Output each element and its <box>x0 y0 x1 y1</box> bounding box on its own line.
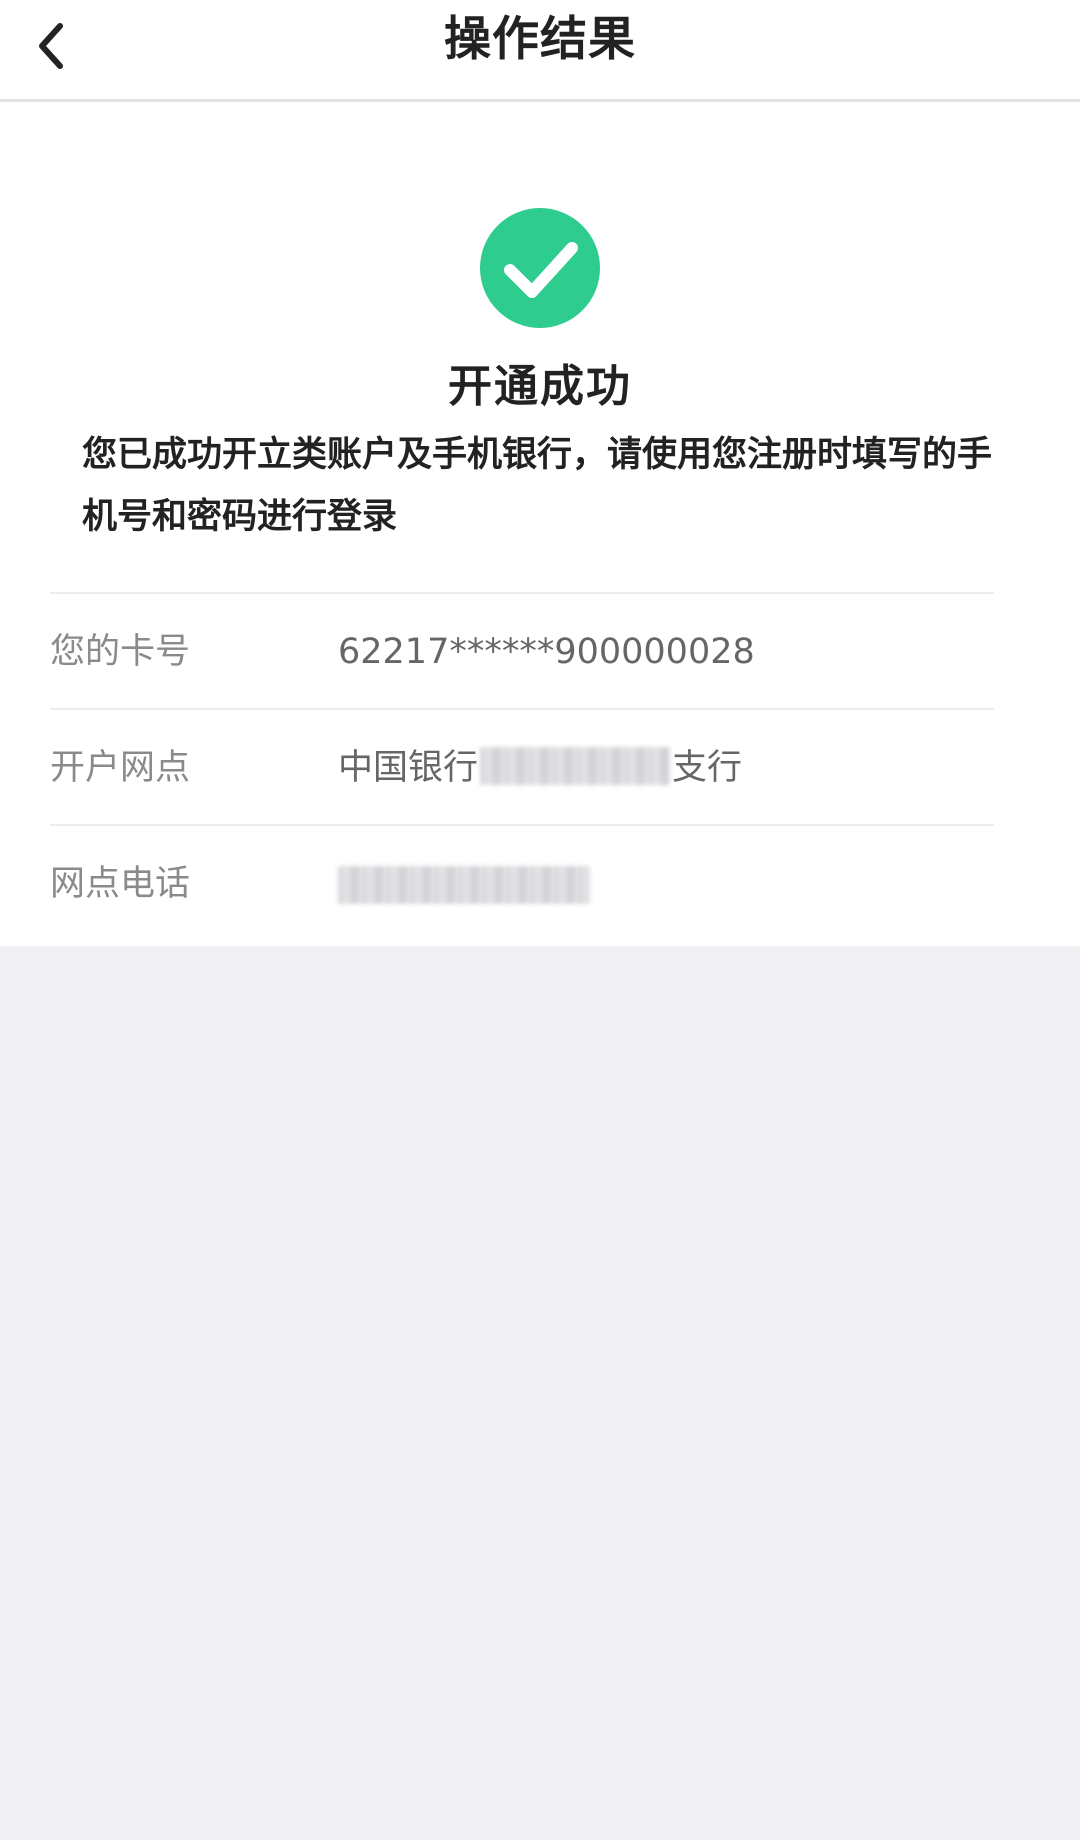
info-row-branch: 开户网点 中国银行 支行 <box>50 708 994 824</box>
nav-bar: 操作结果 <box>0 0 1080 102</box>
redacted-phone-number <box>338 866 590 904</box>
branch-value: 中国银行 支行 <box>338 710 742 826</box>
branch-value-prefix: 中国银行 <box>338 748 479 788</box>
info-row-card-number: 您的卡号 62217******900000028 <box>50 592 994 708</box>
redacted-branch-name <box>480 747 671 785</box>
page-title: 操作结果 <box>444 12 636 67</box>
phone-value <box>338 826 590 942</box>
result-card: 开通成功 您已成功开立类账户及手机银行，请使用您注册时填写的手机号和密码进行登录… <box>0 102 1080 946</box>
card-number-value: 62217******900000028 <box>338 632 755 672</box>
branch-value-suffix: 支行 <box>672 748 743 788</box>
result-screen: 操作结果 开通成功 您已成功开立类账户及手机银行，请使用您注册时填写的手机号和密… <box>0 0 1080 1840</box>
info-row-phone: 网点电话 <box>50 824 994 940</box>
result-title: 开通成功 <box>448 361 632 412</box>
phone-label: 网点电话 <box>50 864 191 904</box>
card-number-label: 您的卡号 <box>50 632 191 672</box>
branch-label: 开户网点 <box>50 748 191 788</box>
check-circle-icon <box>480 208 600 328</box>
result-message: 您已成功开立类账户及手机银行，请使用您注册时填写的手机号和密码进行登录 <box>82 435 993 537</box>
account-info-list: 您的卡号 62217******900000028 开户网点 中国银行 支行 网点… <box>50 592 994 940</box>
